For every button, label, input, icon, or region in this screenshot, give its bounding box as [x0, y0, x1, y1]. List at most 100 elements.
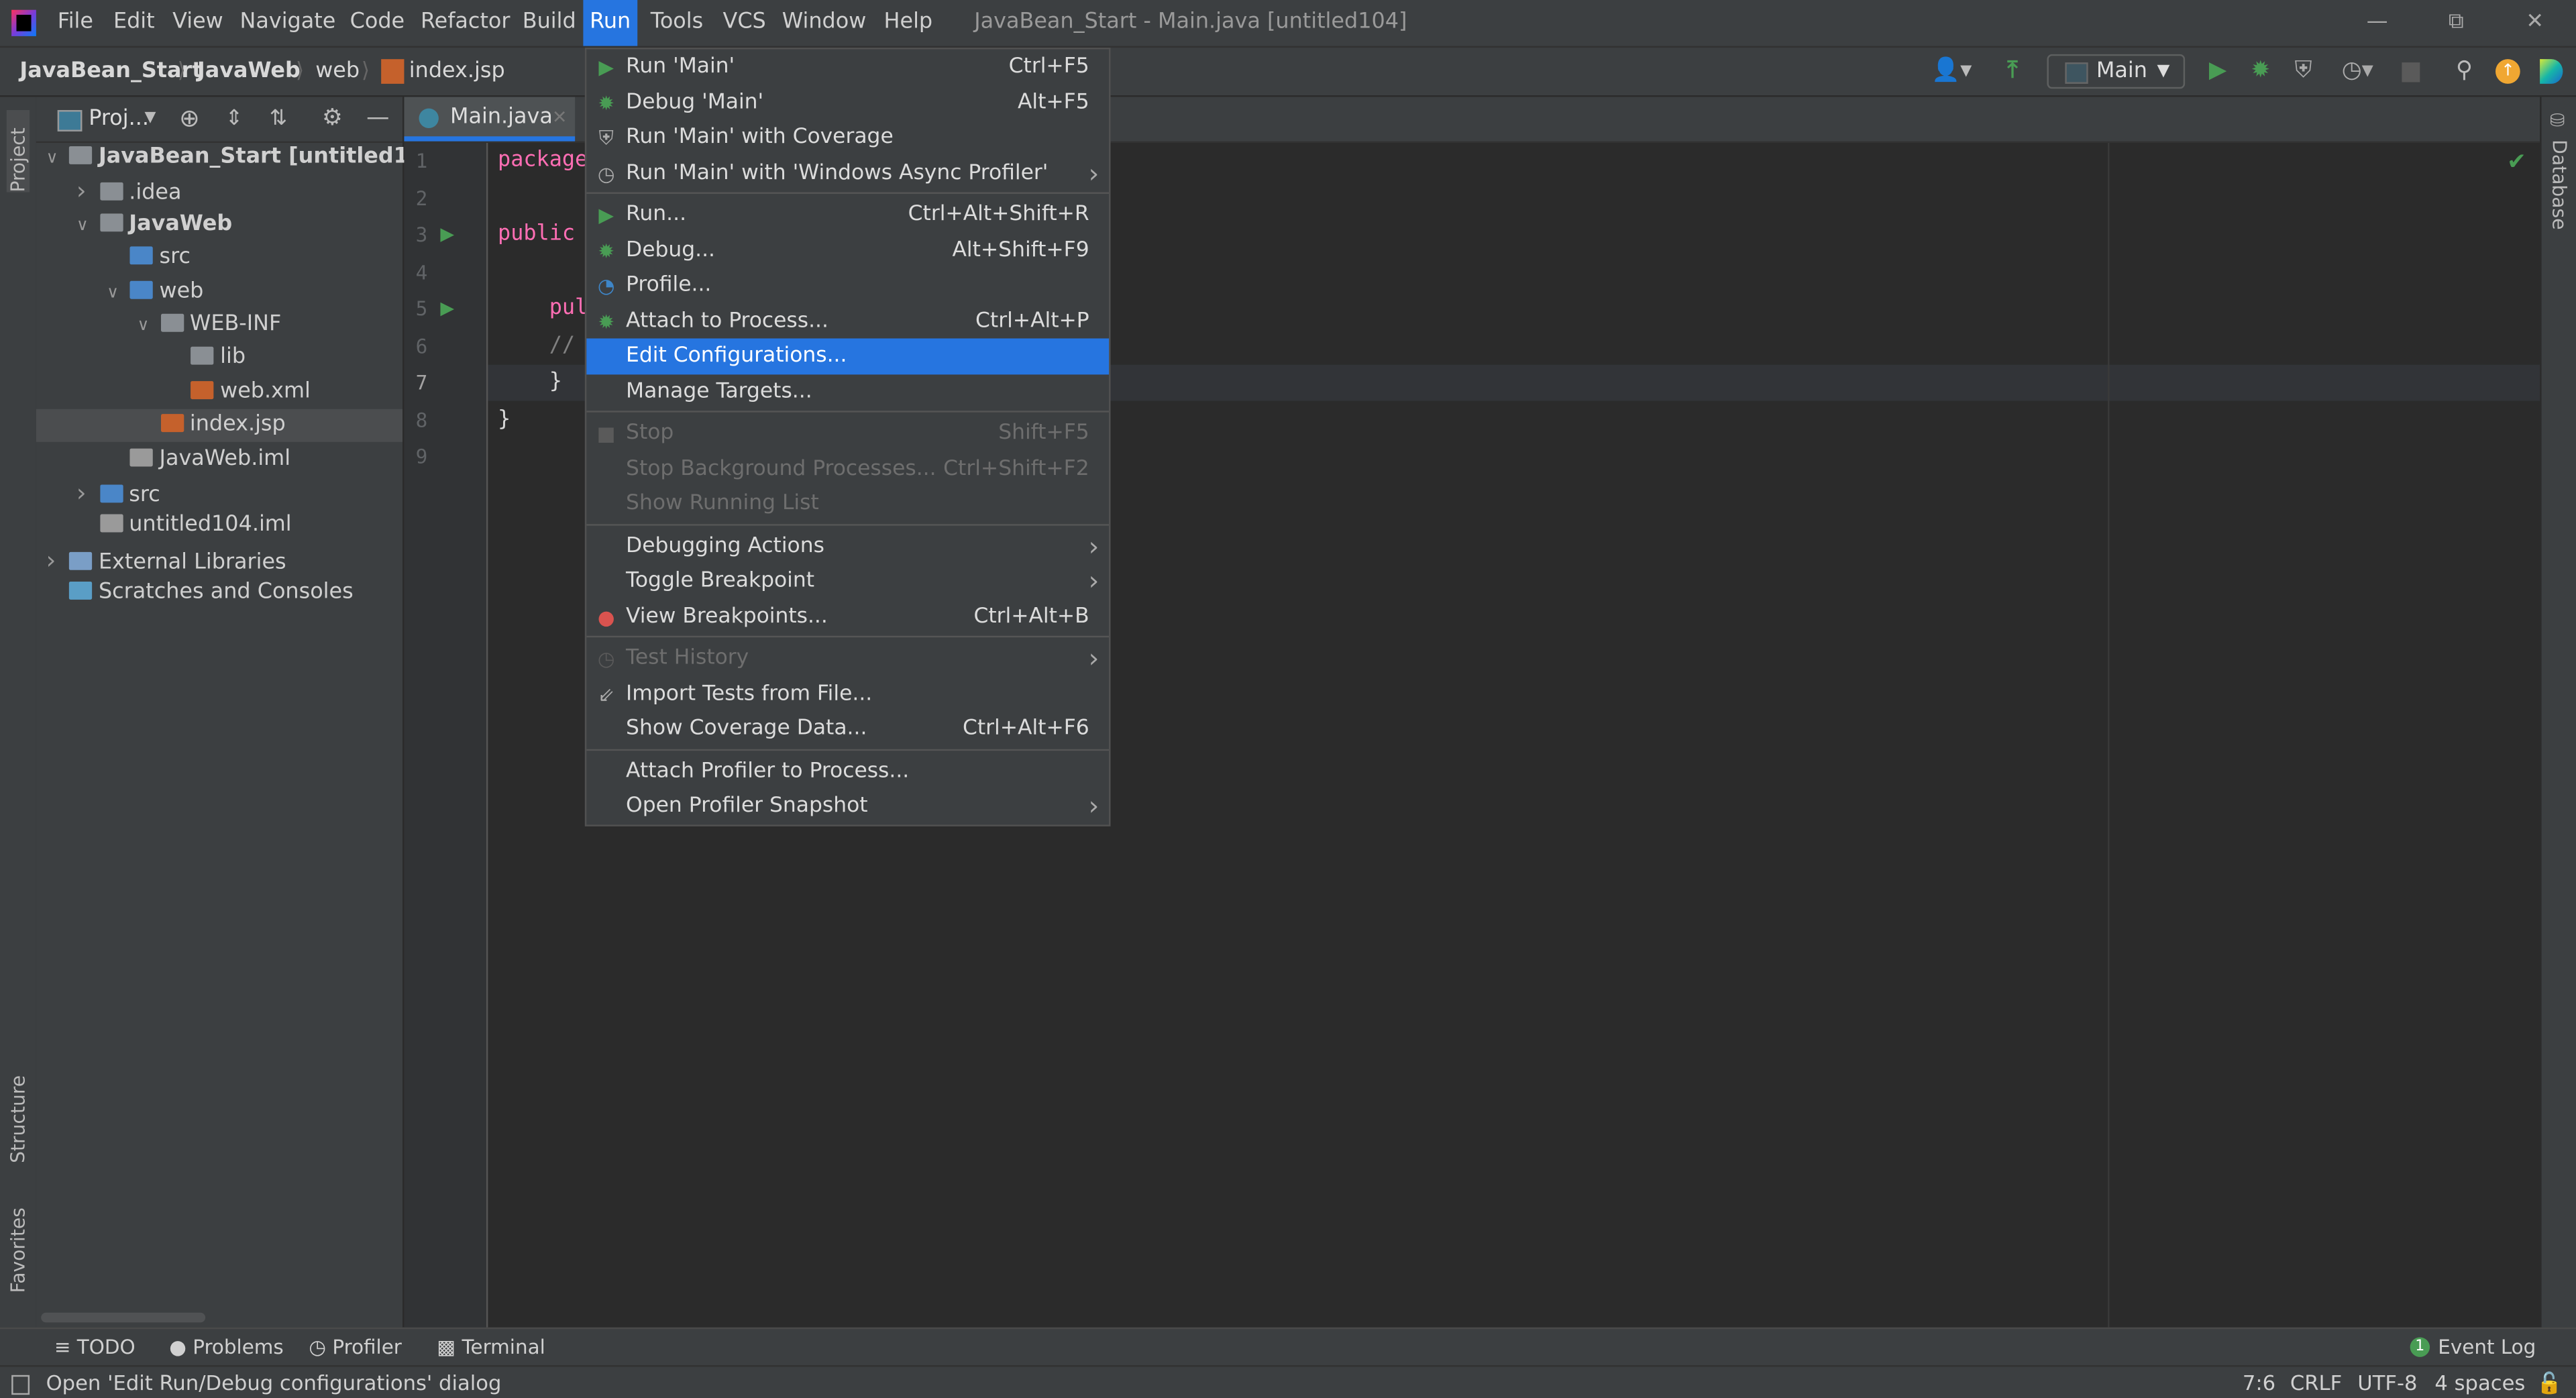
- breadcrumb-file[interactable]: index.jsp: [409, 48, 505, 95]
- tab-main-java[interactable]: Main.java ✕: [404, 97, 576, 142]
- project-tool-tab[interactable]: Project: [6, 110, 30, 193]
- menu-code[interactable]: Code: [343, 0, 411, 46]
- menu-view[interactable]: View: [166, 0, 229, 46]
- run-icon[interactable]: ▶: [2202, 48, 2235, 95]
- chevron-right-icon[interactable]: ›: [76, 476, 99, 509]
- indent-setting[interactable]: 4 spaces: [2434, 1367, 2525, 1398]
- menu-navigate[interactable]: Navigate: [233, 0, 342, 46]
- jetbrains-toolbox-icon[interactable]: [2540, 59, 2563, 84]
- no-problems-check-icon[interactable]: ✔: [2507, 150, 2526, 176]
- chevron-down-icon[interactable]: ∨: [46, 143, 69, 176]
- menu-item-attach-profiler-to-process[interactable]: Attach Profiler to Process...: [586, 753, 1109, 789]
- menu-item-import-tests-from-file[interactable]: ⇙ Import Tests from File...: [586, 676, 1109, 712]
- menu-item-manage-targets[interactable]: Manage Targets...: [586, 374, 1109, 409]
- chevron-down-icon[interactable]: ∨: [137, 311, 160, 343]
- stop-icon[interactable]: [2402, 62, 2420, 83]
- debug-icon[interactable]: ✹: [2244, 48, 2277, 95]
- tree-item[interactable]: ∨ web: [36, 275, 402, 308]
- menu-item-debugging-actions[interactable]: Debugging Actions ›: [586, 528, 1109, 563]
- menu-build[interactable]: Build: [516, 0, 583, 46]
- caret-position[interactable]: 7:6: [2243, 1367, 2275, 1398]
- menu-item-toggle-breakpoint[interactable]: Toggle Breakpoint ›: [586, 563, 1109, 599]
- breadcrumb-project[interactable]: JavaBean_Start: [19, 48, 202, 95]
- menu-item-label: Stop Background Processes...: [626, 455, 936, 481]
- chevron-down-icon[interactable]: ▼: [145, 97, 156, 141]
- menu-item-run-main-with-windows-async-profiler[interactable]: ◷ Run 'Main' with 'Windows Async Profiler…: [586, 155, 1109, 191]
- menu-help[interactable]: Help: [877, 0, 939, 46]
- collapse-all-icon[interactable]: ⇅: [270, 97, 288, 141]
- close-tab-icon[interactable]: ✕: [552, 97, 568, 138]
- build-hammer-icon[interactable]: ⤒: [1994, 48, 2031, 95]
- expand-all-icon[interactable]: ⇕: [225, 97, 244, 141]
- update-icon[interactable]: ↑: [2496, 59, 2520, 84]
- locate-icon[interactable]: ⊕: [179, 97, 200, 141]
- tree-item[interactable]: index.jsp: [36, 409, 403, 443]
- file-encoding[interactable]: UTF-8: [2357, 1367, 2417, 1398]
- tree-item[interactable]: Scratches and Consoles: [36, 577, 402, 610]
- menu-item-show-coverage-data[interactable]: Show Coverage Data... Ctrl+Alt+F6: [586, 711, 1109, 747]
- breadcrumb-separator: ⟩: [361, 59, 370, 84]
- tree-item[interactable]: › .idea: [36, 175, 402, 208]
- run-configuration-select[interactable]: Main ▼: [2047, 54, 2186, 89]
- tree-item[interactable]: ∨ JavaBean_Start [untitled104]: [36, 142, 448, 176]
- menu-item-run-main[interactable]: ▶ Run 'Main' Ctrl+F5: [586, 49, 1109, 85]
- menu-vcs[interactable]: VCS: [716, 0, 773, 46]
- profiler-tool-tab[interactable]: ◷ Profiler: [309, 1329, 401, 1365]
- tree-item[interactable]: untitled104.iml: [36, 510, 402, 543]
- favorites-tool-tab[interactable]: Favorites: [7, 1201, 30, 1293]
- event-log-tool-tab[interactable]: Event Log: [2438, 1329, 2536, 1365]
- menu-item-run-main-with-coverage[interactable]: ⛨ Run 'Main' with Coverage: [586, 120, 1109, 156]
- breadcrumb-folder[interactable]: web: [315, 48, 360, 95]
- tree-item[interactable]: ∨ JavaWeb: [36, 209, 402, 241]
- menu-item-edit-configurations[interactable]: Edit Configurations...: [586, 338, 1110, 374]
- tree-item[interactable]: web.xml: [36, 376, 402, 409]
- gear-icon[interactable]: ⚙: [322, 97, 343, 141]
- hide-panel-icon[interactable]: —: [366, 97, 389, 141]
- jsp-file-icon: [381, 59, 405, 84]
- close-window-button[interactable]: ✕: [2497, 0, 2573, 46]
- profiler-run-icon[interactable]: ◷▾: [2330, 48, 2385, 95]
- menu-item-open-profiler-snapshot[interactable]: Open Profiler Snapshot ›: [586, 789, 1109, 824]
- chevron-right-icon[interactable]: ›: [76, 175, 99, 208]
- coverage-icon[interactable]: ⛨: [2287, 48, 2320, 95]
- toggle-tool-windows-icon[interactable]: [11, 1375, 30, 1395]
- chevron-down-icon[interactable]: ∨: [107, 277, 129, 310]
- line-separator[interactable]: CRLF: [2290, 1367, 2342, 1398]
- menu-item-debug[interactable]: ✹ Debug... Alt+Shift+F9: [586, 233, 1109, 268]
- menu-refactor[interactable]: Refactor: [414, 0, 517, 46]
- chevron-right-icon[interactable]: ›: [46, 543, 69, 576]
- minimize-button[interactable]: —: [2339, 0, 2415, 46]
- lock-icon[interactable]: 🔓: [2536, 1367, 2562, 1398]
- tree-item[interactable]: JavaWeb.iml: [36, 443, 402, 476]
- menu-edit[interactable]: Edit: [107, 0, 161, 46]
- tree-item[interactable]: ∨ WEB-INF: [36, 309, 402, 341]
- database-tool-tab[interactable]: Database: [2548, 140, 2571, 229]
- terminal-tool-tab[interactable]: ▩ Terminal: [437, 1329, 545, 1365]
- tree-item[interactable]: lib: [36, 342, 402, 375]
- tree-item[interactable]: › src: [36, 476, 402, 509]
- breadcrumb-module[interactable]: JavaWeb: [197, 48, 301, 95]
- menu-item-profile[interactable]: ◔ Profile...: [586, 268, 1109, 303]
- horizontal-scrollbar[interactable]: [41, 1312, 206, 1323]
- todo-tool-tab[interactable]: ≡ TODO: [54, 1329, 136, 1365]
- tree-item[interactable]: src: [36, 241, 402, 274]
- structure-tool-tab[interactable]: Structure: [7, 1058, 30, 1163]
- profile-gauge-icon: ◔: [597, 274, 615, 298]
- menu-item-run[interactable]: ▶ Run... Ctrl+Alt+Shift+R: [586, 197, 1109, 233]
- tree-item[interactable]: › External Libraries: [36, 543, 402, 576]
- code-line: pul: [498, 295, 588, 321]
- menu-item-view-breakpoints[interactable]: ● View Breakpoints... Ctrl+Alt+B: [586, 599, 1109, 635]
- vcs-user-icon[interactable]: 👤▾: [1929, 48, 1975, 95]
- menu-window[interactable]: Window: [775, 0, 873, 46]
- project-view-select[interactable]: Proj...: [89, 97, 149, 141]
- restore-button[interactable]: ⧉: [2418, 0, 2494, 46]
- menu-item-debug-main[interactable]: ✹ Debug 'Main' Alt+F5: [586, 85, 1109, 120]
- menu-file[interactable]: File: [51, 0, 100, 46]
- menu-run[interactable]: Run: [583, 0, 638, 46]
- menu-tools[interactable]: Tools: [644, 0, 710, 46]
- problems-tool-tab[interactable]: ● Problems: [169, 1329, 283, 1365]
- chevron-down-icon[interactable]: ∨: [76, 210, 99, 243]
- right-margin-guide: [2108, 143, 2110, 1328]
- search-icon[interactable]: ⚲: [2448, 48, 2481, 95]
- menu-item-attach-to-process[interactable]: ✹ Attach to Process... Ctrl+Alt+P: [586, 303, 1109, 339]
